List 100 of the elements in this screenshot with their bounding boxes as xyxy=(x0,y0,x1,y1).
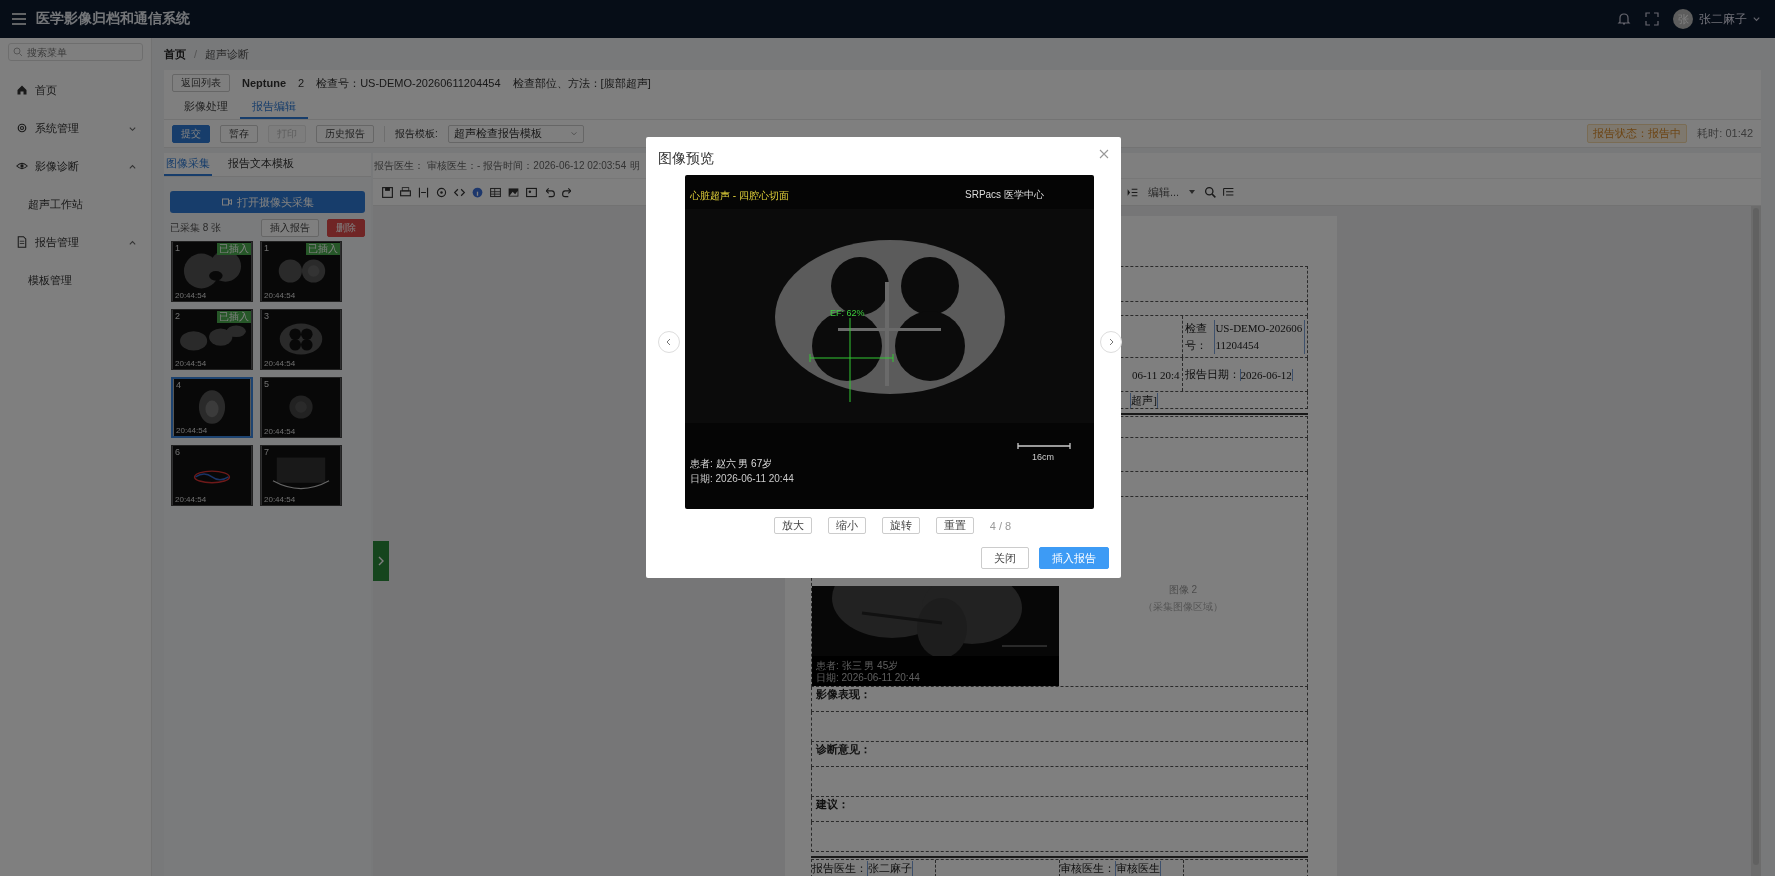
document-icon xyxy=(16,236,28,248)
ultrasound-thumbnail[interactable]: 1 20:44:54 已插入 xyxy=(260,241,342,302)
undo-icon[interactable] xyxy=(543,185,556,199)
breadcrumb-item: 超声诊断 xyxy=(205,46,250,62)
fit-width-icon[interactable] xyxy=(417,185,430,199)
report-meta: 审核医生：- xyxy=(427,158,481,173)
camera-icon xyxy=(221,198,232,206)
ultrasound-thumbnail[interactable]: 6 20:44:54 xyxy=(171,445,253,506)
section-heading: 诊断意见： xyxy=(815,742,871,757)
menu-icon[interactable] xyxy=(12,13,26,25)
report-meta: 报告医生： xyxy=(374,158,424,173)
exam-number-cell: 检查号： US-DEMO-20260611204454 xyxy=(1182,316,1307,357)
capture-count: 已采集 8 张 xyxy=(170,221,223,235)
image-tool-button[interactable]: 重置 xyxy=(935,517,974,534)
image-brand: SRPacs 医学中心 xyxy=(965,189,1044,200)
bell-icon[interactable] xyxy=(1617,12,1631,26)
sidebar-item[interactable]: 系统管理 xyxy=(0,109,151,147)
sidebar-label: 报告管理 xyxy=(35,234,79,250)
chevron-right-icon xyxy=(377,556,385,566)
template-select[interactable]: 超声检查报告模板 xyxy=(447,124,584,143)
caret-icon xyxy=(1189,189,1196,195)
user-name[interactable]: 张二麻子 xyxy=(1699,10,1747,28)
thumbnail-number: 7 xyxy=(264,447,269,457)
thumbnail-time: 20:44:54 xyxy=(175,291,207,300)
toolbar-button[interactable]: 暂存 xyxy=(220,124,258,143)
thumbnail-time: 20:44:54 xyxy=(264,291,296,300)
thumbnail-time: 20:44:54 xyxy=(264,427,296,436)
thumbnail-time: 20:44:54 xyxy=(176,426,208,435)
report-meta: 报告时间：2026-06-12 02:03:54 xyxy=(483,158,627,173)
sidebar-item[interactable]: 模板管理 xyxy=(0,261,151,299)
sidebar-item[interactable]: 报告管理 xyxy=(0,223,151,261)
breadcrumb-separator: / xyxy=(194,48,198,60)
image-icon[interactable] xyxy=(507,185,520,199)
ultrasound-thumbnail[interactable]: 2 20:44:54 已插入 xyxy=(171,309,253,370)
sidebar-label: 首页 xyxy=(35,82,57,98)
close-icon[interactable] xyxy=(1099,149,1109,159)
tab[interactable]: 影像处理 xyxy=(172,96,240,119)
scale-label: 16cm xyxy=(1032,452,1054,462)
image-tool-button[interactable]: 缩小 xyxy=(827,517,866,534)
next-button[interactable] xyxy=(1100,331,1122,353)
thumbnail-number: 1 xyxy=(175,243,180,253)
report-status-tag: 报告状态：报告中 xyxy=(1587,124,1688,143)
search-icon[interactable] xyxy=(1204,185,1218,199)
close-button[interactable]: 关闭 xyxy=(981,547,1029,569)
eye-icon xyxy=(16,160,28,172)
sidebar-item[interactable]: 超声工作站 xyxy=(0,185,151,223)
image-tool-button[interactable]: 旋转 xyxy=(881,517,920,534)
toolbar-button[interactable]: 历史报告 xyxy=(316,124,374,143)
patient-name: Neptune xyxy=(242,77,286,89)
elapsed-time: 耗时: 01:42 xyxy=(1697,126,1753,141)
panel-toggle-button[interactable] xyxy=(373,541,389,581)
sidebar-item[interactable]: 影像诊断 xyxy=(0,147,151,185)
thumbnail-number: 5 xyxy=(264,379,269,389)
ultrasound-thumbnail[interactable]: 5 20:44:54 xyxy=(260,377,342,438)
ultrasound-thumbnail[interactable]: 7 20:44:54 xyxy=(260,445,342,506)
insert-report-button[interactable]: 插入报告 xyxy=(261,219,319,237)
ultrasound-thumbnail[interactable]: 4 20:44:54 xyxy=(171,377,253,438)
table-icon[interactable] xyxy=(489,185,502,199)
chevron-right-icon xyxy=(1107,338,1115,346)
thumbnail-time: 20:44:54 xyxy=(264,495,296,504)
search-icon xyxy=(13,47,23,57)
inserted-badge: 已插入 xyxy=(306,243,340,255)
app-title: 医学影像归档和通信系统 xyxy=(36,10,190,28)
breadcrumb-item[interactable]: 首页 xyxy=(164,46,186,62)
insert-report-button[interactable]: 插入报告 xyxy=(1039,547,1109,569)
style-select[interactable]: 编辑... xyxy=(1144,184,1200,200)
redo-icon[interactable] xyxy=(561,185,574,199)
chevron-down-icon xyxy=(569,129,578,138)
date-caption: 日期: 2026-06-11 20:44 xyxy=(690,473,794,484)
scale-bar xyxy=(1017,442,1071,450)
toolbar-button[interactable]: 提交 xyxy=(172,124,210,143)
picture-icon[interactable] xyxy=(525,185,538,199)
scrollbar[interactable] xyxy=(1751,206,1761,876)
tab[interactable]: 报告文本模板 xyxy=(226,153,296,176)
image-counter: 4 / 8 xyxy=(989,519,1012,532)
list-icon[interactable] xyxy=(1222,185,1236,199)
ultrasound-thumbnail[interactable]: 1 20:44:54 已插入 xyxy=(171,241,253,302)
home-icon xyxy=(16,84,28,96)
target-icon[interactable] xyxy=(435,185,448,199)
delete-button[interactable]: 删除 xyxy=(327,219,365,237)
thumbnail-number: 3 xyxy=(264,311,269,321)
exam-number: 检查号：US-DEMO-20260611204454 xyxy=(316,75,501,91)
image-tool-button[interactable]: 放大 xyxy=(773,517,812,534)
open-camera-button[interactable]: 打开摄像头采集 xyxy=(170,191,365,213)
image-caption: 日期: 2026-06-11 20:44 xyxy=(816,672,920,684)
exam-part-text: 超声] xyxy=(1130,392,1158,408)
save-icon[interactable] xyxy=(381,185,394,199)
back-to-list-button[interactable]: 返回列表 xyxy=(172,74,230,92)
info-icon[interactable] xyxy=(471,185,484,199)
report-date-cell-text: 报告日期：2026-06-12 xyxy=(1183,367,1294,383)
section-heading: 影像表现： xyxy=(815,687,871,702)
ultrasound-thumbnail[interactable]: 3 20:44:54 xyxy=(260,309,342,370)
chevron-down-icon[interactable] xyxy=(1752,14,1761,24)
measurement-label: EF: 62% xyxy=(830,308,865,318)
print-icon[interactable] xyxy=(399,185,412,199)
thumbnail-time: 20:44:54 xyxy=(175,359,207,368)
thumbnail-number: 1 xyxy=(264,243,269,253)
exam-part: 检查部位、方法：[腹部超声] xyxy=(512,75,651,91)
sidebar-item[interactable]: 首页 xyxy=(0,71,151,109)
inserted-badge: 已插入 xyxy=(217,311,251,323)
